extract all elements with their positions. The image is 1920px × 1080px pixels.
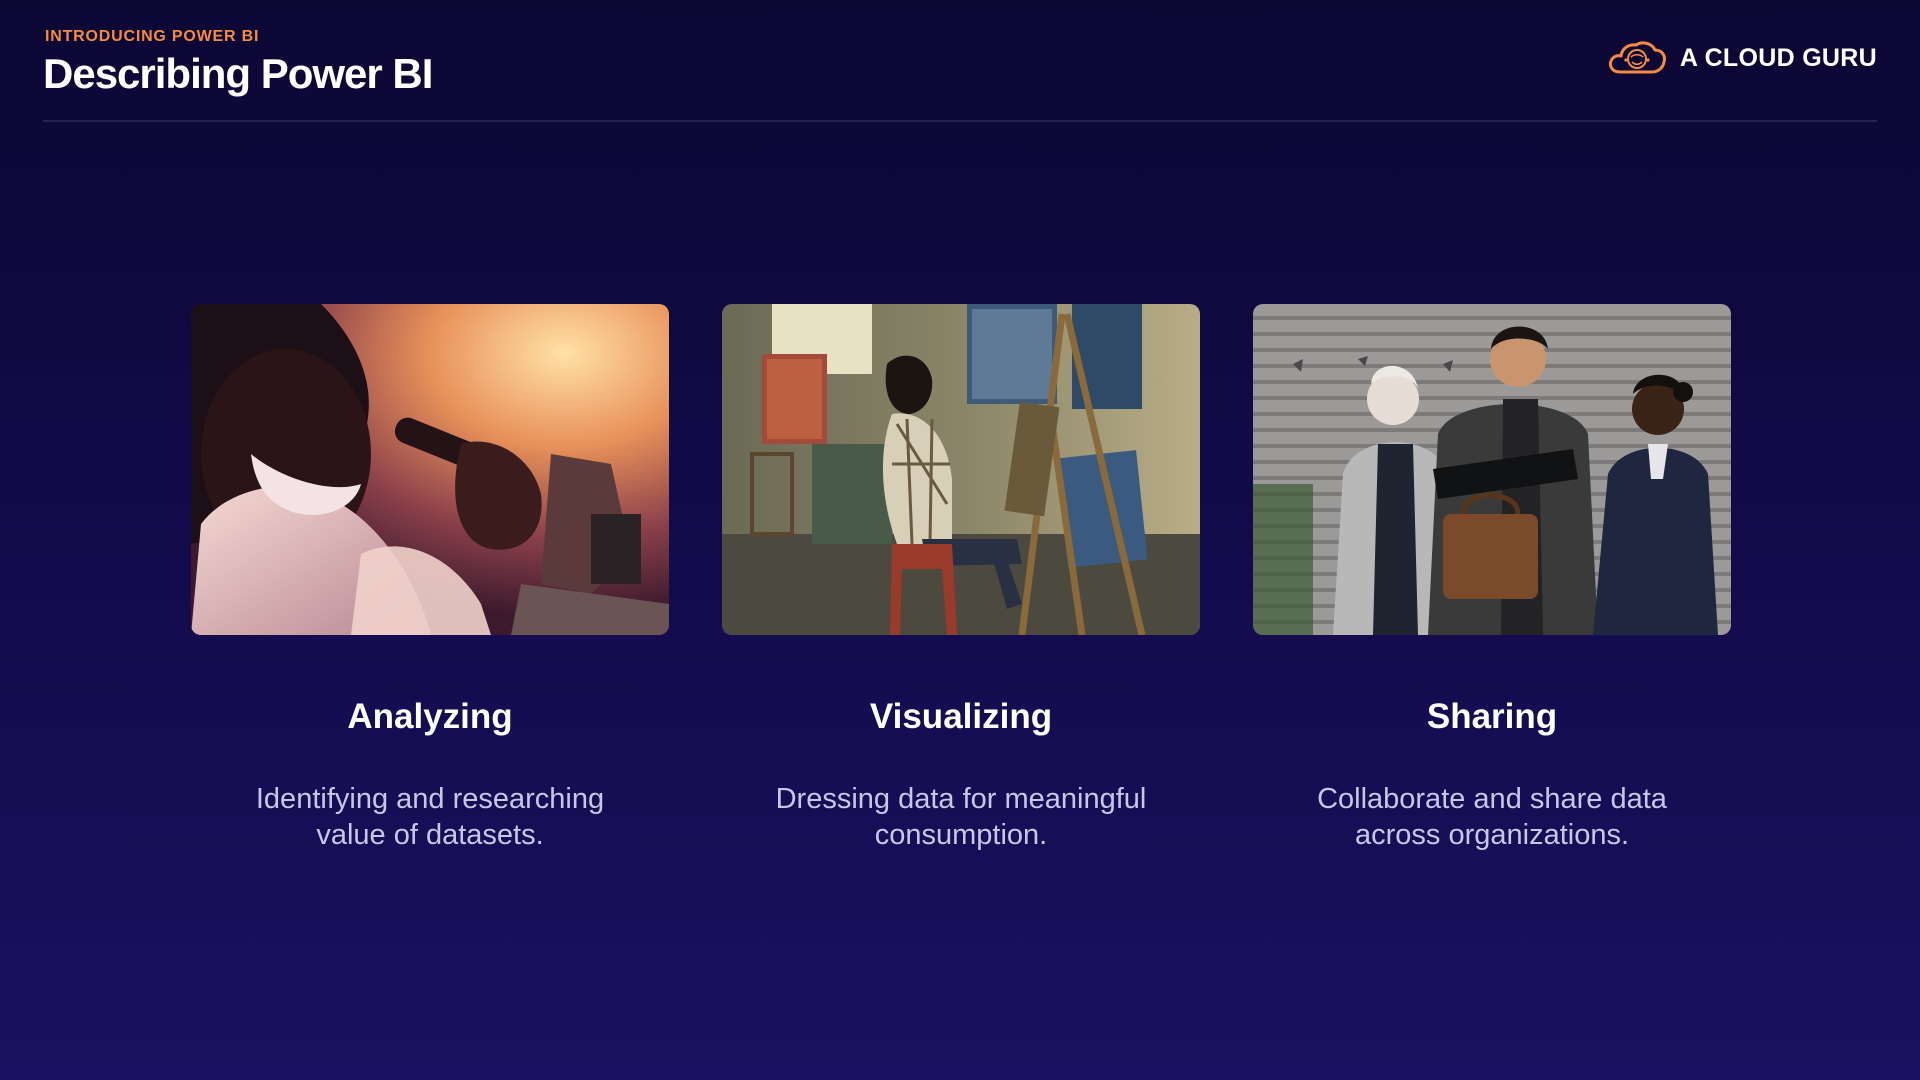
slide-title: Describing Power BI <box>43 50 433 97</box>
card-title: Analyzing <box>347 697 513 736</box>
card-title: Visualizing <box>869 697 1053 736</box>
slide-header: INTRODUCING POWER BI Describing Power BI… <box>43 24 1877 122</box>
card-description: Identifying and researching value of dat… <box>255 783 605 851</box>
card-visualizing: Visualizing Dressing data for meaningful… <box>722 304 1200 853</box>
card-analyzing: Analyzing Identifying and researching va… <box>191 304 669 853</box>
card-description: Collaborate and share data across organi… <box>1317 783 1667 851</box>
card-description: Dressing data for meaningful consumption… <box>775 783 1147 851</box>
card-sharing: Sharing Collaborate and share data acros… <box>1253 304 1731 853</box>
artist-painting-studio-photo <box>722 304 1200 635</box>
card-title: Sharing <box>1426 697 1558 736</box>
section-eyebrow: INTRODUCING POWER BI <box>45 28 260 45</box>
cloud-logo-icon <box>1608 41 1666 74</box>
feature-cards: Analyzing Identifying and researching va… <box>191 304 1731 853</box>
colleagues-sharing-documents-photo <box>1253 304 1731 635</box>
brand-name: A CLOUD GURU <box>1679 43 1877 72</box>
brand-logo: A CLOUD GURU <box>1606 38 1877 78</box>
scientist-microscope-photo <box>191 304 669 635</box>
